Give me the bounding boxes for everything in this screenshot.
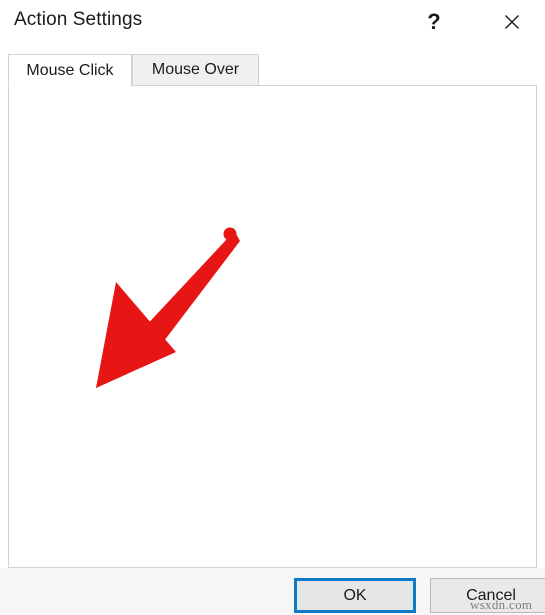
title-bar: Action Settings ? xyxy=(0,0,545,45)
help-icon[interactable]: ? xyxy=(411,4,457,40)
watermark: wsxdn.com xyxy=(470,597,533,612)
ok-button[interactable]: OK xyxy=(294,578,416,613)
close-icon[interactable] xyxy=(489,4,535,40)
tab-strip: Mouse Click Mouse Over xyxy=(8,54,537,87)
tab-mouse-over-label: Mouse Over xyxy=(151,61,240,78)
tab-panel-mouse-click xyxy=(8,85,537,568)
window-title: Action Settings xyxy=(14,9,143,30)
tab-mouse-click-label: Mouse Click xyxy=(26,61,114,79)
ok-button-label: OK xyxy=(343,586,367,604)
action-settings-dialog: Action Settings ? Mouse Click Mouse Over… xyxy=(0,0,545,615)
tab-mouse-click[interactable]: Mouse Click xyxy=(8,54,132,87)
tab-mouse-over[interactable]: Mouse Over xyxy=(132,54,259,86)
